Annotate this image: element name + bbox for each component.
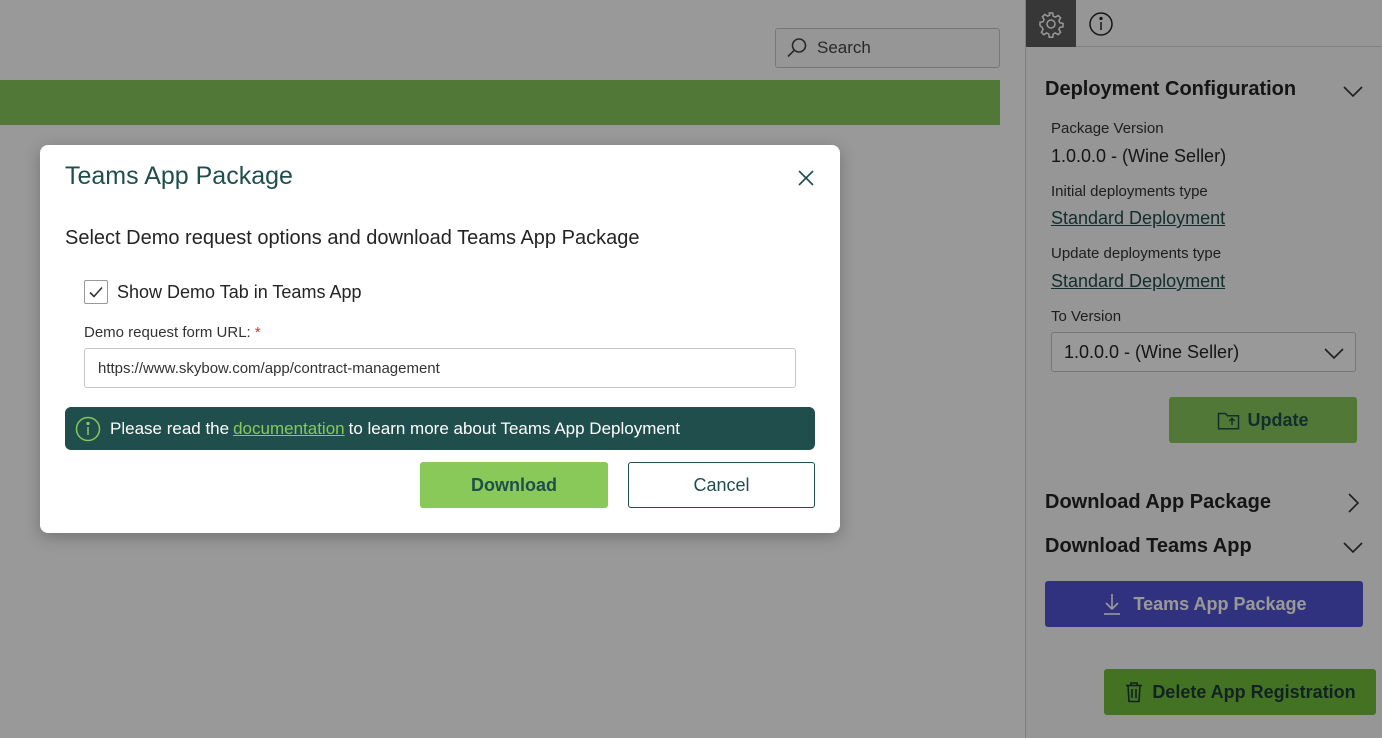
demo-url-label: Demo request form URL: *: [84, 324, 261, 341]
cancel-button[interactable]: Cancel: [628, 462, 815, 508]
required-mark: *: [254, 324, 261, 341]
show-demo-tab-label[interactable]: Show Demo Tab in Teams App: [117, 282, 361, 303]
dialog-subtitle: Select Demo request options and download…: [65, 227, 640, 249]
show-demo-tab-checkbox[interactable]: [84, 280, 108, 304]
documentation-link[interactable]: documentation: [233, 419, 345, 439]
close-icon: [798, 170, 814, 186]
info-icon: [75, 416, 101, 441]
close-button[interactable]: [795, 167, 817, 189]
info-suffix: to learn more about Teams App Deployment: [348, 418, 681, 438]
info-message: Please read the documentation to learn m…: [65, 407, 815, 450]
demo-url-input[interactable]: [84, 348, 796, 388]
checkmark-icon: [89, 286, 103, 298]
demo-url-label-text: Demo request form URL:: [84, 324, 251, 341]
dialog-title: Teams App Package: [65, 162, 293, 190]
teams-app-package-dialog: Teams App Package Select Demo request op…: [40, 145, 840, 533]
download-button[interactable]: Download: [420, 462, 608, 508]
info-prefix: Please read the: [110, 418, 230, 438]
